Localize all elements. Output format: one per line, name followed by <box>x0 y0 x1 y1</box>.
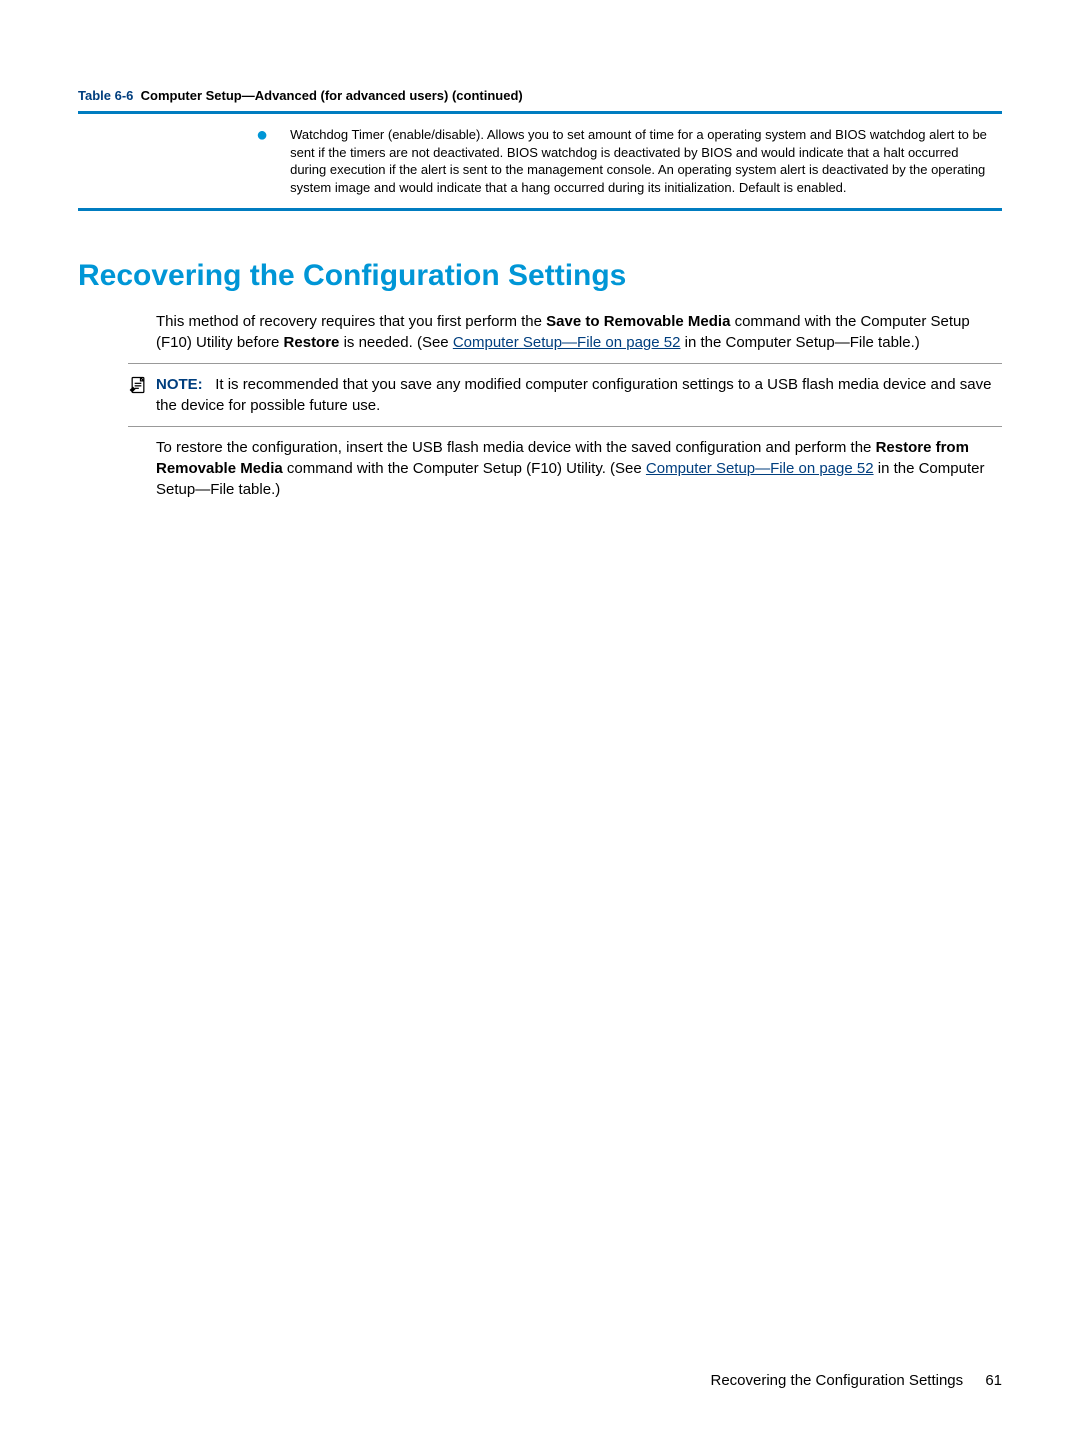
table-row-content: ● Watchdog Timer (enable/disable). Allow… <box>256 126 1002 196</box>
p1-mid2: is needed. (See <box>339 334 452 351</box>
table-container: ● Watchdog Timer (enable/disable). Allow… <box>78 111 1002 211</box>
table-caption-label: Table 6-6 <box>78 88 133 103</box>
paragraph-1: This method of recovery requires that yo… <box>156 311 1002 353</box>
paragraph-2: To restore the configuration, insert the… <box>156 437 1002 500</box>
note-divider-top <box>128 363 1002 364</box>
body-section: This method of recovery requires that yo… <box>78 311 1002 500</box>
p2-link[interactable]: Computer Setup—File on page 52 <box>646 460 874 477</box>
bullet-icon: ● <box>256 128 268 142</box>
footer-page-number: 61 <box>985 1372 1002 1389</box>
table-row: ● Watchdog Timer (enable/disable). Allow… <box>78 114 1002 208</box>
p1-pre: This method of recovery requires that yo… <box>156 313 546 330</box>
p1-link[interactable]: Computer Setup—File on page 52 <box>453 334 681 351</box>
table-caption-title-text: Computer Setup—Advanced (for advanced us… <box>141 88 523 103</box>
p1-bold2: Restore <box>284 334 340 351</box>
table-caption: Table 6-6 Computer Setup—Advanced (for a… <box>78 88 1002 103</box>
table-row-left-spacer <box>78 126 256 196</box>
note-text-wrap: NOTE: It is recommended that you save an… <box>156 374 1002 416</box>
p2-mid1: command with the Computer Setup (F10) Ut… <box>283 460 646 477</box>
note-label: NOTE: <box>156 376 203 393</box>
p1-bold1: Save to Removable Media <box>546 313 730 330</box>
p1-post: in the Computer Setup—File table.) <box>680 334 919 351</box>
heading-h1: Recovering the Configuration Settings <box>78 259 1002 293</box>
note-block: NOTE: It is recommended that you save an… <box>128 370 1002 420</box>
footer-title: Recovering the Configuration Settings <box>710 1372 963 1389</box>
note-text: It is recommended that you save any modi… <box>156 376 991 414</box>
p2-pre: To restore the configuration, insert the… <box>156 439 876 456</box>
bullet-text: Watchdog Timer (enable/disable). Allows … <box>290 126 992 196</box>
note-divider-bottom <box>128 426 1002 427</box>
note-icon <box>128 375 148 395</box>
footer: Recovering the Configuration Settings 61 <box>710 1372 1002 1389</box>
document-page: Table 6-6 Computer Setup—Advanced (for a… <box>0 0 1080 1437</box>
